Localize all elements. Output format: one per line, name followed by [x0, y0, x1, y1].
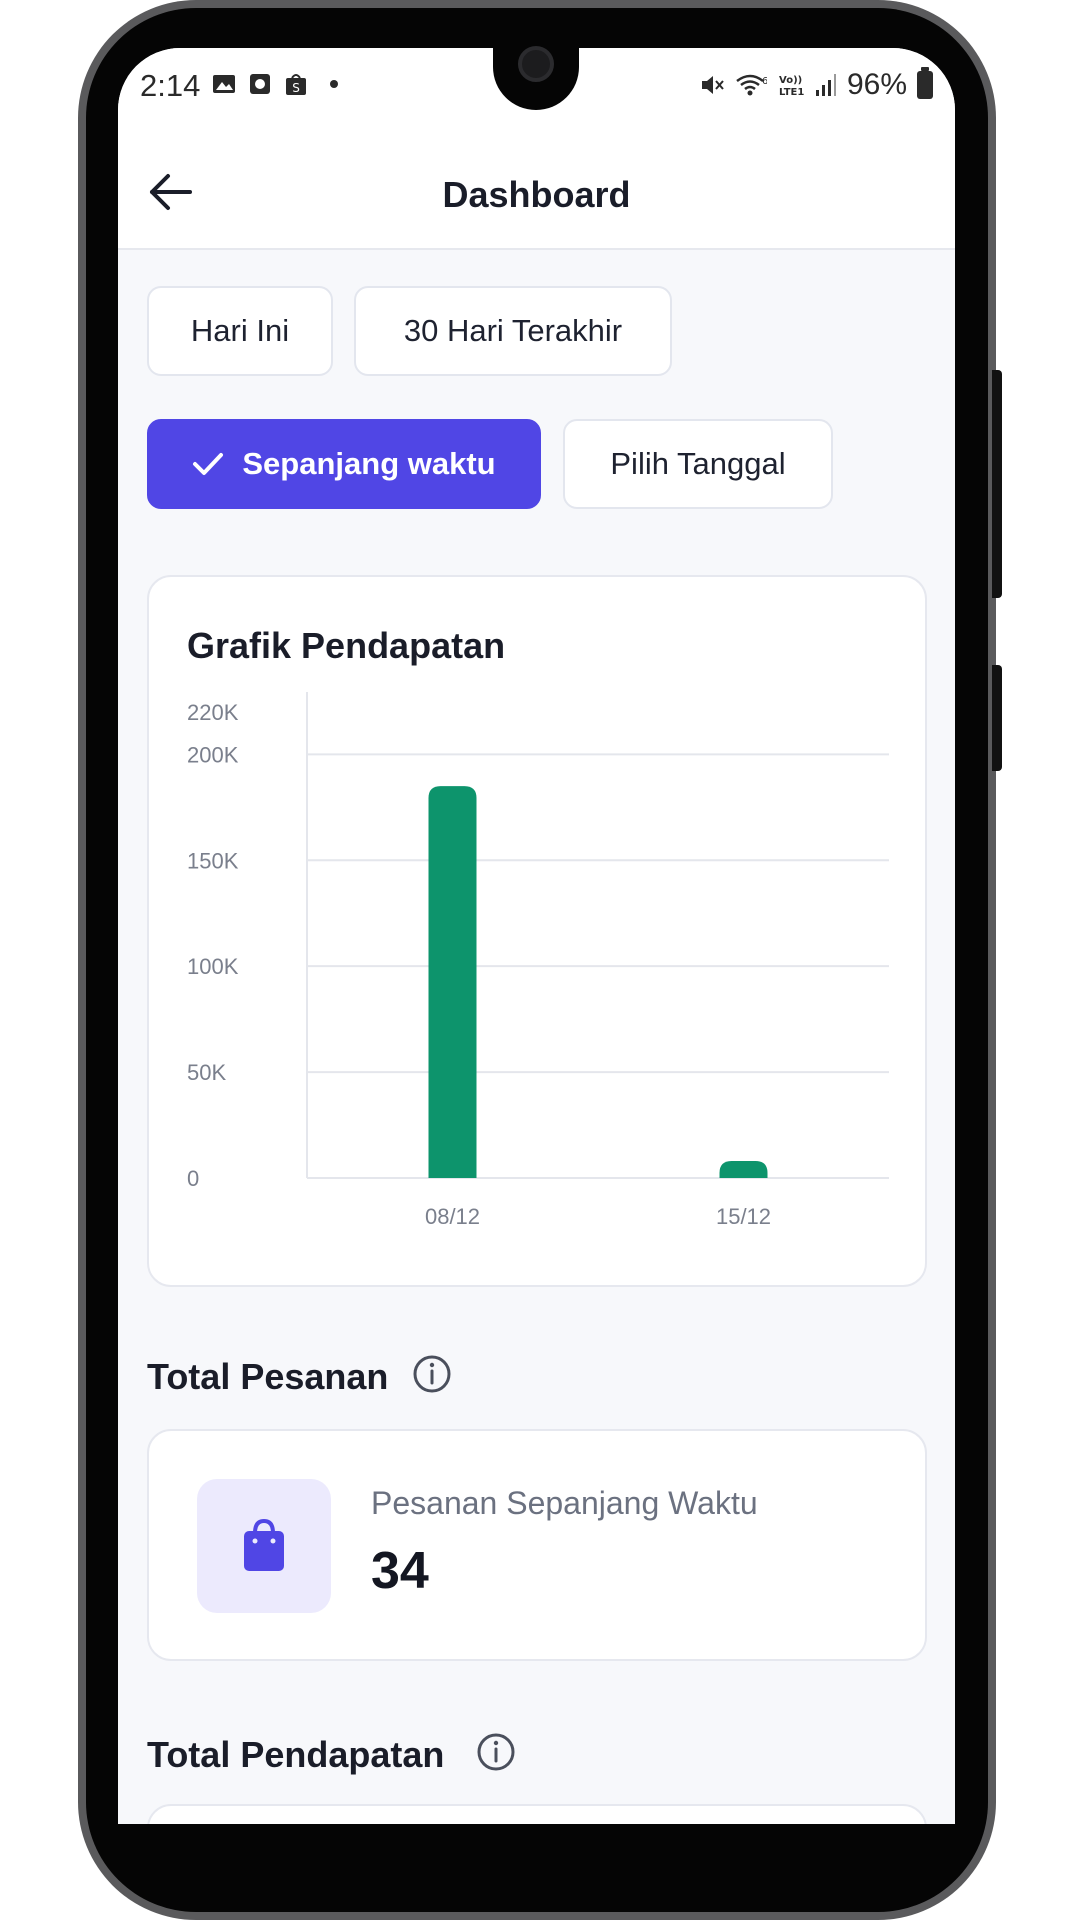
- filter-today-chip[interactable]: Hari Ini: [147, 286, 333, 376]
- system-icons: 6 Vo)) LTE1 96%: [699, 67, 933, 102]
- battery-icon: [917, 67, 933, 99]
- filter-today-label: Hari Ini: [190, 313, 290, 348]
- wifi-icon: 6: [736, 74, 767, 96]
- y-tick-label: 220K: [187, 700, 239, 725]
- more-notifications-dot: [330, 80, 338, 88]
- clock-app-icon: [250, 74, 270, 94]
- signal-icon: [815, 74, 836, 96]
- y-tick-label: 200K: [187, 742, 239, 767]
- orders-icon-box: [197, 1479, 331, 1613]
- revenue-bar-chart: 0 50K 100K 150K 200K 220K 08/12 15/12: [187, 692, 889, 1229]
- front-camera: [518, 46, 554, 82]
- bar-08/12: [428, 786, 477, 1178]
- orders-info-icon[interactable]: [412, 1354, 452, 1394]
- orders-stat-card: Pesanan Sepanjang Waktu 34: [147, 1429, 927, 1661]
- revenue-info-icon[interactable]: [476, 1732, 516, 1772]
- notification-icons: S: [212, 72, 338, 96]
- x-tick-label: 15/12: [716, 1204, 771, 1229]
- app-screen: 2:14 S 6 Vo)) LTE1 96% Dashboard Hari In…: [118, 48, 955, 1824]
- y-tick-label: 150K: [187, 848, 239, 873]
- filter-last30-chip[interactable]: 30 Hari Terakhir: [354, 286, 672, 376]
- bar-15/12: [719, 1161, 768, 1178]
- shop-icon: S: [286, 74, 306, 95]
- revenue-chart-card: Grafik Pendapatan 0 50K 100K 150K 200K 220K 08…: [147, 575, 927, 1287]
- power-button: [992, 665, 1002, 771]
- svg-text:Vo)): Vo)): [779, 75, 802, 86]
- battery-percent: 96%: [846, 68, 907, 101]
- revenue-stat-card: [147, 1804, 927, 1824]
- orders-section-title: Total Pesanan: [147, 1356, 389, 1397]
- app-header: Dashboard: [118, 128, 955, 250]
- orders-stat-value: 34: [371, 1542, 429, 1600]
- filter-all-time-label: Sepanjang waktu: [242, 446, 496, 481]
- mute-icon: [701, 76, 724, 94]
- shopping-bag-icon: [244, 1518, 284, 1571]
- page-title: Dashboard: [442, 174, 631, 215]
- status-time: 2:14: [140, 68, 201, 103]
- device-mockup: 2:14 S 6 Vo)) LTE1 96% Dashboard Hari In…: [0, 0, 1080, 1920]
- svg-text:S: S: [292, 81, 300, 95]
- filter-pick-date-chip[interactable]: Pilih Tanggal: [563, 419, 833, 509]
- y-tick-label: 50K: [187, 1060, 226, 1085]
- y-tick-label: 100K: [187, 954, 239, 979]
- y-tick-label: 0: [187, 1166, 199, 1191]
- svg-text:LTE1: LTE1: [779, 87, 804, 98]
- filter-last30-label: 30 Hari Terakhir: [403, 313, 623, 348]
- orders-stat-label: Pesanan Sepanjang Waktu: [371, 1485, 758, 1521]
- check-icon: [193, 453, 224, 475]
- svg-text:6: 6: [762, 76, 767, 87]
- x-tick-label: 08/12: [425, 1204, 480, 1229]
- gallery-icon: [213, 75, 235, 93]
- volume-button: [992, 370, 1002, 598]
- revenue-section-title: Total Pendapatan: [147, 1734, 445, 1775]
- filter-all-time-chip[interactable]: Sepanjang waktu: [147, 419, 541, 509]
- volte-icon: Vo)) LTE1: [779, 75, 804, 98]
- filter-pick-date-label: Pilih Tanggal: [610, 446, 786, 481]
